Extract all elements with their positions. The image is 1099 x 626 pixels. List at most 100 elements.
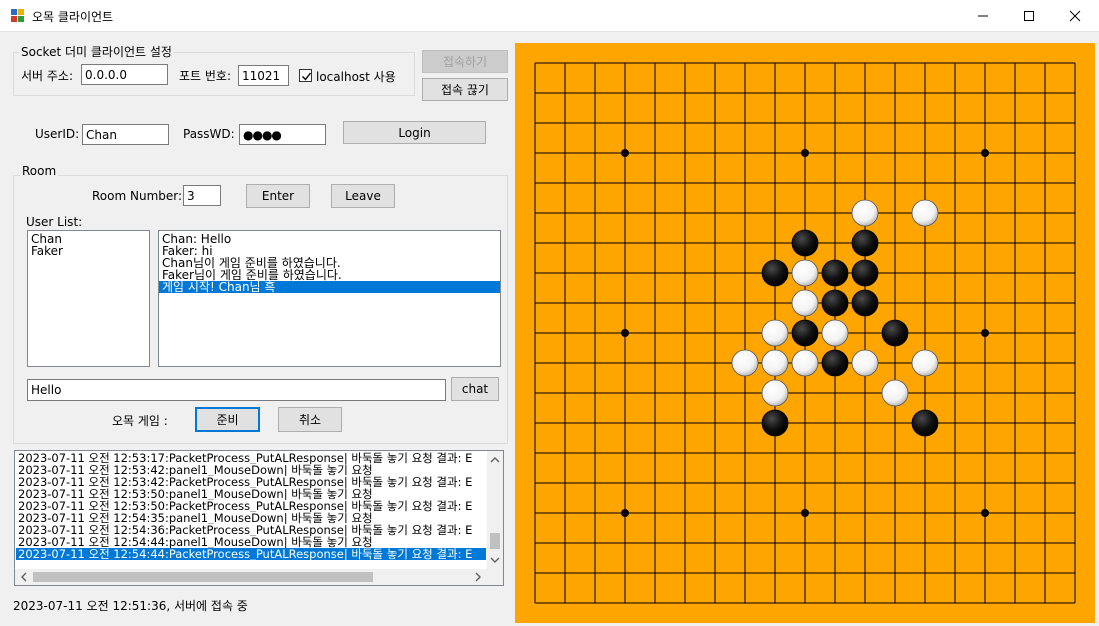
login-button[interactable]: Login xyxy=(343,121,486,144)
omok-board[interactable] xyxy=(515,43,1095,623)
board-grid[interactable] xyxy=(515,43,1095,623)
black-stone xyxy=(791,319,819,347)
chat-message[interactable]: Faker님이 게임 준비를 하였습니다. xyxy=(159,269,500,281)
chat-message[interactable]: Chan님이 게임 준비를 하였습니다. xyxy=(159,257,500,269)
connect-button[interactable]: 접속하기 xyxy=(422,50,508,73)
star-point xyxy=(981,509,989,517)
user-list[interactable]: Chan Faker xyxy=(27,230,150,367)
scroll-thumb-vertical[interactable] xyxy=(490,533,500,549)
white-stone xyxy=(761,349,789,377)
black-stone xyxy=(821,349,849,377)
window-title: 오목 클라이언트 xyxy=(32,10,114,24)
log-line[interactable]: 2023-07-11 오전 12:54:44:panel1_MouseDown|… xyxy=(16,536,486,548)
white-stone xyxy=(791,259,819,287)
white-stone xyxy=(851,349,879,377)
scroll-left-icon[interactable] xyxy=(17,569,31,585)
white-stone xyxy=(911,199,939,227)
log-line[interactable]: 2023-07-11 오전 12:53:42:PacketProcess_Put… xyxy=(16,476,486,488)
minimize-icon xyxy=(978,15,988,17)
localhost-label: localhost 사용 xyxy=(316,70,396,84)
log-horizontal-scrollbar[interactable] xyxy=(15,569,487,585)
server-address-input[interactable]: 0.0.0.0 xyxy=(81,64,168,85)
black-stone xyxy=(851,229,879,257)
close-icon xyxy=(1069,10,1081,22)
white-stone xyxy=(821,319,849,347)
star-point xyxy=(801,509,809,517)
black-stone xyxy=(911,409,939,437)
user-list-label: User List: xyxy=(26,215,83,229)
log-list[interactable]: 2023-07-11 오전 12:53:17:PacketProcess_Put… xyxy=(14,450,504,586)
room-number-input[interactable]: 3 xyxy=(183,185,221,206)
star-point xyxy=(621,509,629,517)
ready-button[interactable]: 준비 xyxy=(195,407,260,432)
log-line[interactable]: 2023-07-11 오전 12:53:50:panel1_MouseDown|… xyxy=(16,488,486,500)
disconnect-button[interactable]: 접속 끊기 xyxy=(422,78,508,101)
log-line[interactable]: 2023-07-11 오전 12:53:17:PacketProcess_Put… xyxy=(16,452,486,464)
black-stone xyxy=(851,259,879,287)
black-stone xyxy=(791,229,819,257)
close-button[interactable] xyxy=(1052,0,1098,32)
room-group-title: Room xyxy=(20,164,59,178)
password-label: PassWD: xyxy=(183,127,235,141)
cancel-button[interactable]: 취소 xyxy=(278,407,342,432)
black-stone xyxy=(851,289,879,317)
leave-room-button[interactable]: Leave xyxy=(331,184,395,208)
white-stone xyxy=(851,199,879,227)
scroll-right-icon[interactable] xyxy=(471,569,485,585)
white-stone xyxy=(761,379,789,407)
white-stone xyxy=(881,379,909,407)
white-stone xyxy=(761,319,789,347)
user-list-item[interactable]: Chan xyxy=(28,233,149,245)
userid-label: UserID: xyxy=(35,127,80,141)
title-bar: 오목 클라이언트 xyxy=(0,0,1099,32)
chat-message-selected[interactable]: 게임 시작! Chan님 흑 xyxy=(159,281,500,293)
log-line[interactable]: 2023-07-11 오전 12:53:42:panel1_MouseDown|… xyxy=(16,464,486,476)
black-stone xyxy=(761,409,789,437)
room-number-label: Room Number: xyxy=(92,189,183,203)
star-point xyxy=(981,329,989,337)
checkmark-icon xyxy=(302,72,312,81)
white-stone xyxy=(791,349,819,377)
black-stone xyxy=(821,259,849,287)
minimize-button[interactable] xyxy=(960,0,1006,32)
log-line[interactable]: 2023-07-11 오전 12:54:36:PacketProcess_Put… xyxy=(16,524,486,536)
scroll-thumb-horizontal[interactable] xyxy=(33,572,373,582)
scroll-up-icon[interactable] xyxy=(487,453,503,467)
log-line-selected[interactable]: 2023-07-11 오전 12:54:44:PacketProcess_Put… xyxy=(16,548,486,560)
chat-message[interactable]: Chan: Hello xyxy=(159,233,500,245)
log-line[interactable]: 2023-07-11 오전 12:53:50:PacketProcess_Put… xyxy=(16,500,486,512)
log-rows: 2023-07-11 오전 12:53:17:PacketProcess_Put… xyxy=(16,452,486,560)
enter-room-button[interactable]: Enter xyxy=(246,184,310,208)
white-stone xyxy=(911,349,939,377)
black-stone xyxy=(821,289,849,317)
white-stone xyxy=(731,349,759,377)
scroll-down-icon[interactable] xyxy=(487,553,503,567)
chat-input[interactable]: Hello xyxy=(27,379,446,401)
app-icon xyxy=(11,9,25,23)
star-point xyxy=(621,329,629,337)
star-point xyxy=(981,149,989,157)
password-input[interactable]: ●●●● xyxy=(239,124,326,145)
server-address-label: 서버 주소: xyxy=(21,69,74,83)
black-stone xyxy=(761,259,789,287)
user-list-item[interactable]: Faker xyxy=(28,245,149,257)
omok-game-label: 오목 게임 : xyxy=(112,414,168,428)
scrollbar-corner xyxy=(487,569,503,585)
chat-send-button[interactable]: chat xyxy=(451,377,499,401)
white-stone xyxy=(791,289,819,317)
log-vertical-scrollbar[interactable] xyxy=(487,451,503,569)
log-line[interactable]: 2023-07-11 오전 12:54:35:panel1_MouseDown|… xyxy=(16,512,486,524)
star-point xyxy=(621,149,629,157)
chat-message[interactable]: Faker: hi xyxy=(159,245,500,257)
chat-message-list[interactable]: Chan: Hello Faker: hi Chan님이 게임 준비를 하였습니… xyxy=(158,230,501,367)
port-input[interactable]: 11021 xyxy=(238,65,289,86)
userid-input[interactable]: Chan xyxy=(82,124,169,145)
status-text: 2023-07-11 오전 12:51:36, 서버에 접속 중 xyxy=(13,599,248,613)
star-point xyxy=(801,149,809,157)
maximize-button[interactable] xyxy=(1006,0,1052,32)
maximize-icon xyxy=(1024,11,1034,21)
port-label: 포트 번호: xyxy=(179,69,232,83)
black-stone xyxy=(881,319,909,347)
localhost-checkbox[interactable] xyxy=(299,69,312,82)
connection-group-title: Socket 더미 클라이언트 설정 xyxy=(19,43,174,60)
